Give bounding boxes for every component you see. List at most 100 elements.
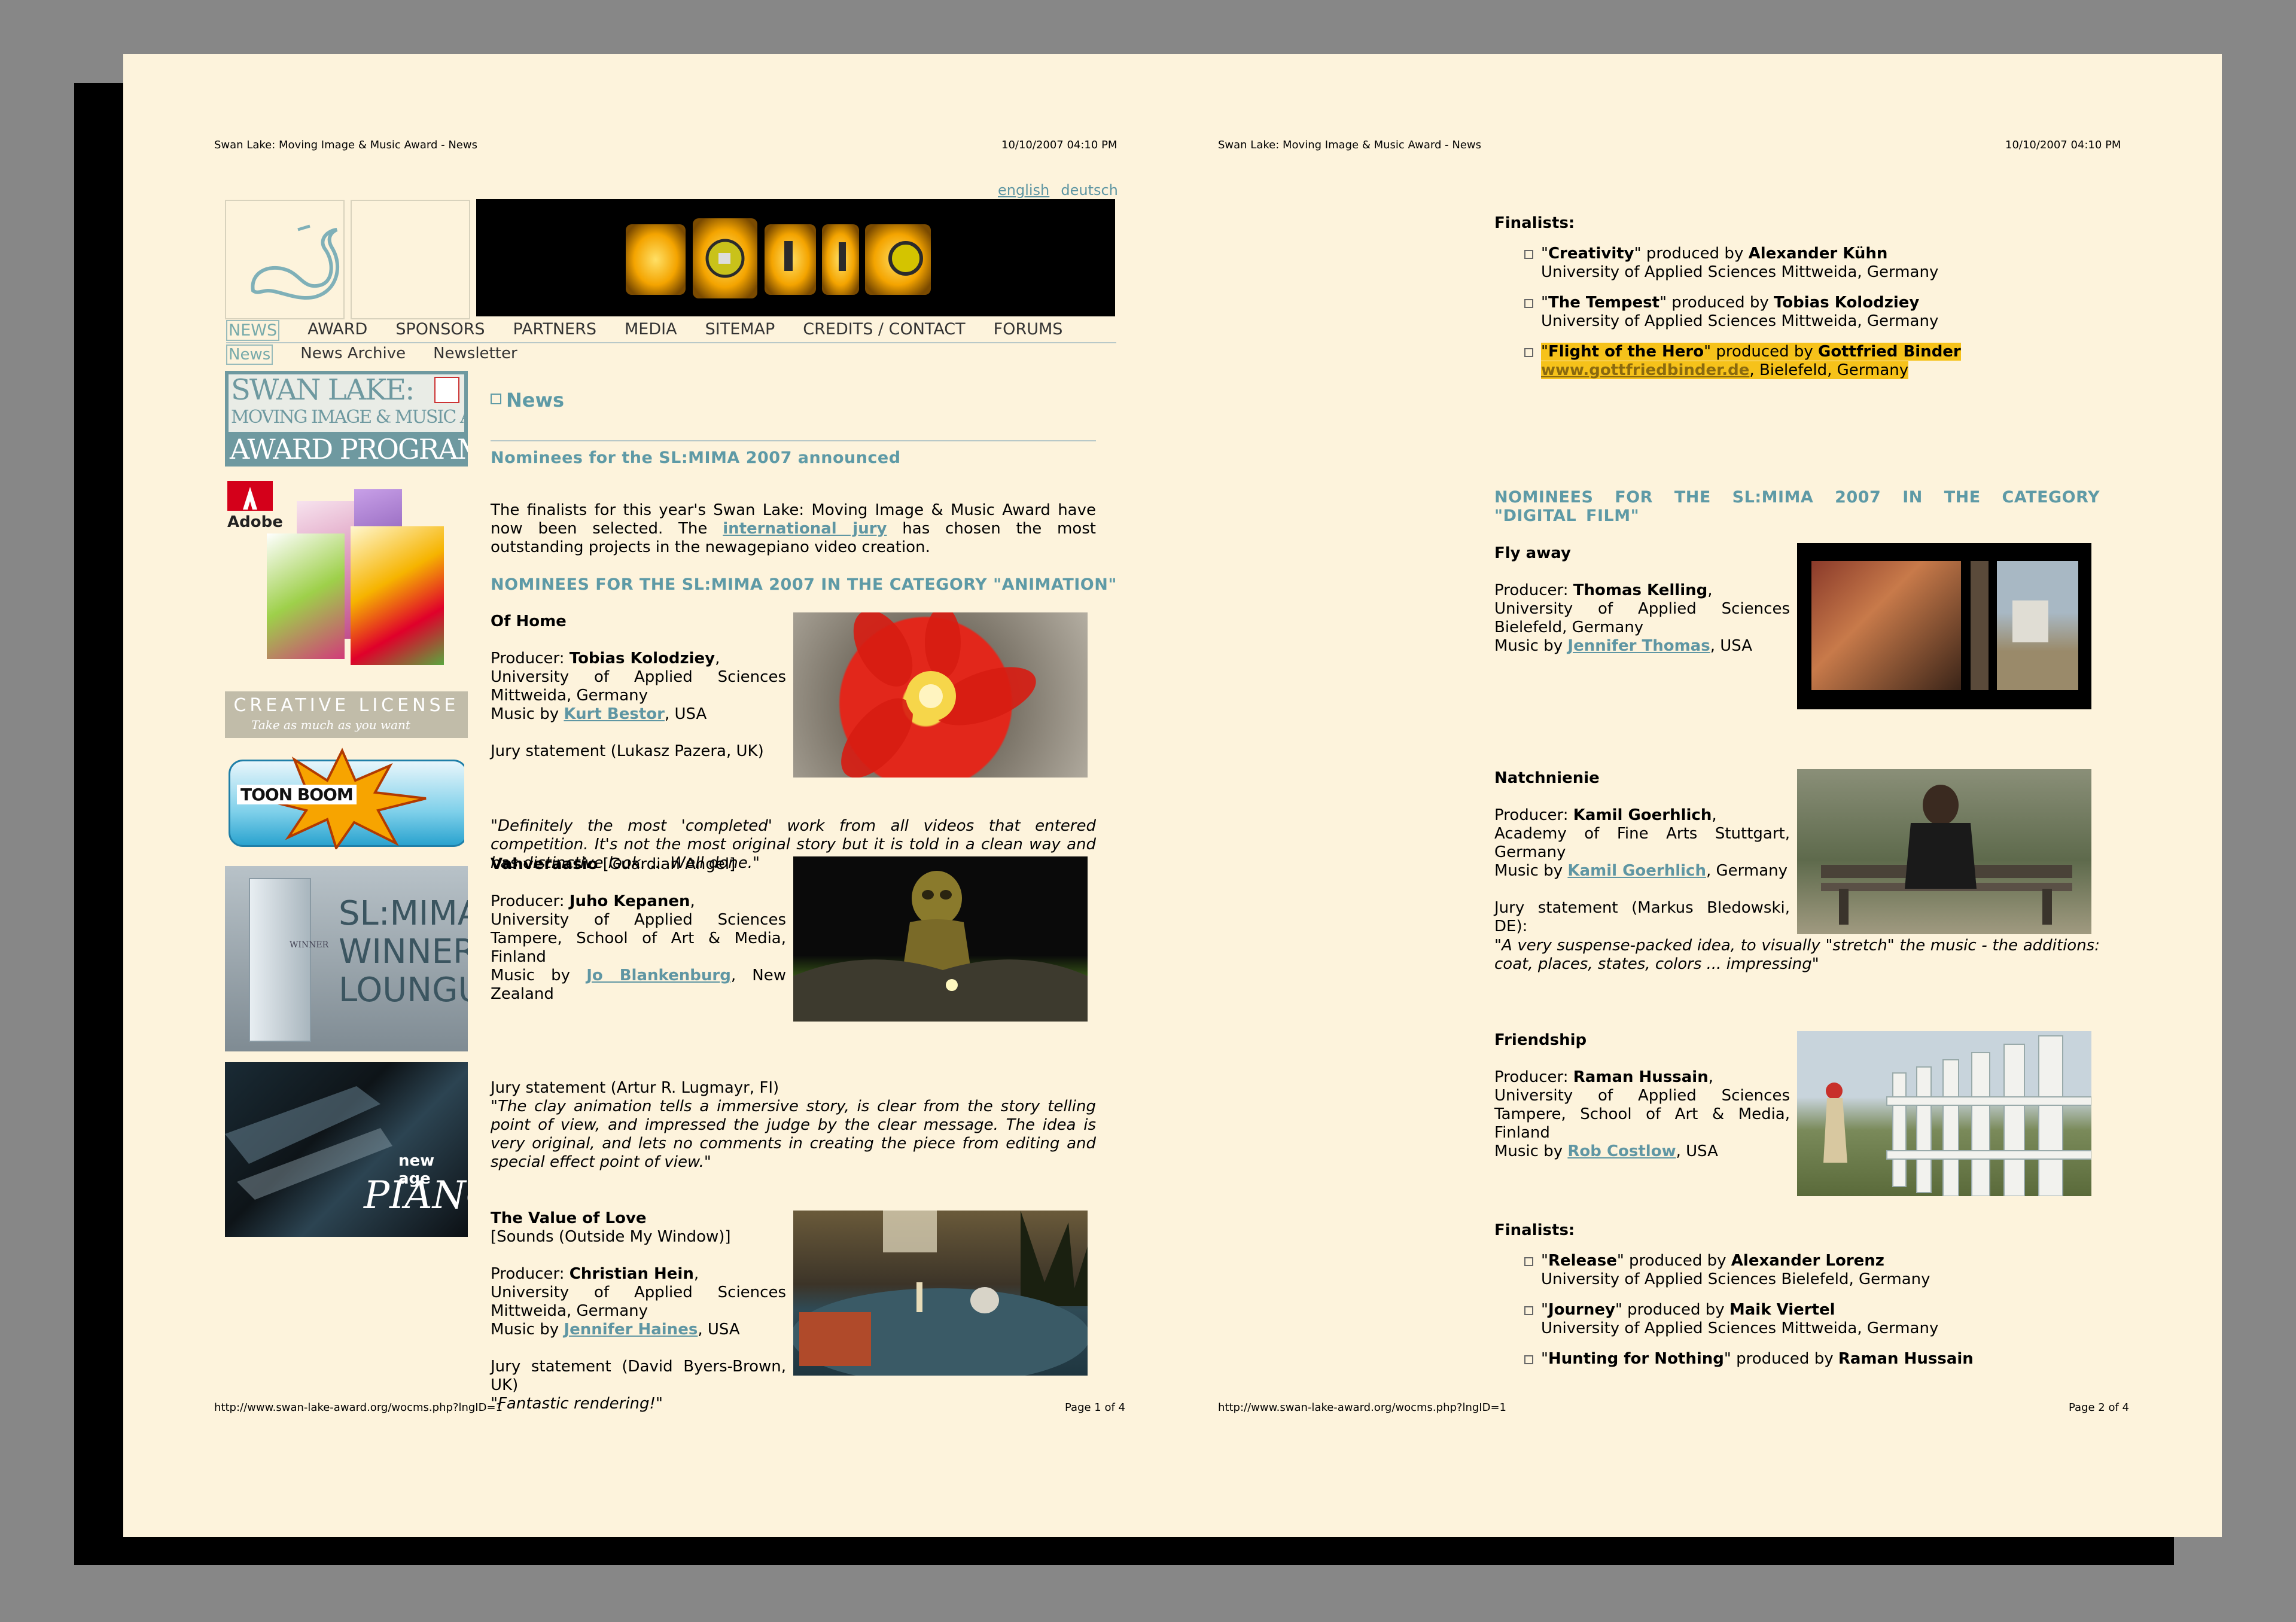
bullet-box-icon [1524, 1257, 1533, 1266]
institution: University of Applied Sciences Tampere, … [491, 911, 786, 966]
entry-natchnienie: Natchnienie Producer: Kamil Goerhlich, A… [1494, 769, 1790, 935]
main-nav: NEWS AWARD SPONSORS PARTNERS MEDIA SITEM… [226, 320, 1091, 341]
finalist-producer: Gottfried Binder [1818, 343, 1961, 361]
toonboom-ad[interactable]: TOON BOOM [229, 748, 464, 850]
lang-english-link[interactable]: english [998, 182, 1049, 199]
creative-license-tagline: Take as much as you want [251, 718, 410, 732]
finalist-item: "Creativity" produced by Alexander Kühn … [1494, 245, 2093, 282]
language-switcher: english deutsch [998, 182, 1118, 199]
subnav-news[interactable]: News [226, 344, 273, 365]
swan-logo-icon [251, 224, 339, 300]
nav-sponsors[interactable]: SPONSORS [395, 320, 485, 341]
music-country: , USA [1676, 1142, 1718, 1160]
producer-name: Juho Kepanen [569, 892, 690, 910]
music-label: Music by [491, 967, 587, 984]
producer-name: Raman Hussain [1573, 1068, 1709, 1086]
lang-deutsch-link[interactable]: deutsch [1061, 182, 1118, 199]
finalist-item: "The Tempest" produced by Tobias Kolodzi… [1494, 294, 2093, 331]
finalists-label: Finalists: [1494, 214, 1575, 232]
finalists-label: Finalists: [1494, 1221, 1575, 1239]
institution: University of Applied Sciences Bielefeld… [1494, 600, 1790, 636]
finalist-location: , Bielefeld, Germany [1749, 361, 1909, 379]
institution: University of Applied Sciences Mittweida… [491, 668, 786, 705]
finalists-block-2: Finalists: "Release" produced by Alexand… [1494, 1221, 2093, 1380]
intro-paragraph: The finalists for this year's Swan Lake:… [491, 501, 1096, 557]
page1-footer-url: http://www.swan-lake-award.org/wocms.php… [214, 1401, 503, 1414]
international-jury-link[interactable]: international jury [723, 520, 887, 538]
entry-title: Natchnienie [1494, 769, 1600, 787]
nav-award[interactable]: AWARD [307, 320, 367, 341]
toonboom-label: TOON BOOM [237, 785, 357, 804]
category-animation-heading: NOMINEES FOR THE SL:MIMA 2007 IN THE CAT… [491, 575, 1117, 594]
finalist-item: "Release" produced by Alexander Lorenz U… [1494, 1252, 2093, 1289]
finalist-title: Journey [1548, 1301, 1615, 1319]
subnav-newsletter[interactable]: Newsletter [433, 344, 517, 365]
finalist-title: Release [1548, 1252, 1617, 1270]
creative-license-banner[interactable]: CREATIVE LICENSE Take as much as you wan… [225, 691, 468, 738]
producer-label: Producer: [491, 1265, 570, 1283]
bullet-box-icon [1524, 348, 1533, 357]
nav-sitemap[interactable]: SITEMAP [705, 320, 775, 341]
friendship-still [1797, 1031, 2091, 1196]
music-country: , USA [1710, 637, 1753, 655]
finalist-title: Creativity [1548, 245, 1634, 263]
jury-quote-vahveraasio: "The clay animation tells a immersive st… [491, 1097, 1096, 1171]
producer-name: Christian Hein [569, 1265, 694, 1283]
entry-friendship: Friendship Producer: Raman Hussain, Univ… [1494, 1031, 1790, 1160]
page2-header-title: Swan Lake: Moving Image & Music Award - … [1218, 139, 1481, 151]
finalist-item: "Journey" produced by Maik Viertel Unive… [1494, 1301, 2093, 1338]
entry-subtitle: [Guardian Angel] [598, 855, 736, 873]
winners-lounge-ad[interactable]: WINNER SL:MIMA WINNERS LOUNGUE [225, 866, 468, 1051]
finalist-producer: Raman Hussain [1838, 1350, 1974, 1368]
bullet-box-icon [1524, 250, 1533, 259]
music-country: , USA [664, 705, 707, 723]
finalist-title: The Tempest [1548, 294, 1660, 312]
finalist-title: Flight of the Hero [1548, 343, 1704, 361]
finalist-item: "Hunting for Nothing" produced by Raman … [1494, 1350, 2093, 1368]
section-title: News [506, 389, 565, 411]
nav-media[interactable]: MEDIA [625, 320, 677, 341]
award-programme-banner[interactable]: SWAN LAKE: MOVING IMAGE & MUSIC AWARD AW… [225, 371, 468, 467]
adobe-label: Adobe [227, 513, 283, 531]
composer-link-kurt-bestor[interactable]: Kurt Bestor [564, 705, 665, 723]
bullet-box-icon [1524, 1355, 1533, 1364]
gottfriedbinder-link[interactable]: www.gottfriedbinder.de [1541, 361, 1749, 379]
jury-quote-natchnienie: "A very suspense-packed idea, to visuall… [1494, 937, 2100, 973]
composer-link-jennifer-thomas[interactable]: Jennifer Thomas [1567, 637, 1710, 655]
composer-link-jo-blankenburg[interactable]: Jo Blankenburg [586, 967, 731, 984]
finalist-title: Hunting for Nothing [1548, 1350, 1724, 1368]
finalist-institution: University of Applied Sciences Bielefeld… [1541, 1270, 1930, 1288]
nav-partners[interactable]: PARTNERS [513, 320, 596, 341]
print-sheet: Swan Lake: Moving Image & Music Award - … [123, 54, 2222, 1537]
page1-header-title: Swan Lake: Moving Image & Music Award - … [214, 139, 477, 151]
music-label: Music by [491, 705, 564, 723]
bullet-box-icon [1524, 1306, 1533, 1315]
music-label: Music by [491, 1321, 564, 1339]
finalist-producer: Alexander Kühn [1748, 245, 1888, 263]
jury-statement: Jury statement (David Byers-Brown, UK) [491, 1358, 786, 1394]
award-programme-line3: AWARD PROGRAMME [230, 433, 468, 465]
nav-divider [226, 342, 1116, 343]
entry-title: Friendship [1494, 1031, 1587, 1049]
sub-nav: News News Archive Newsletter [226, 344, 545, 365]
music-country: , USA [698, 1321, 740, 1339]
adobe-creative-suite-ad[interactable]: Adobe [225, 476, 468, 694]
music-country: , Germany [1706, 862, 1788, 880]
jury-statement: Jury statement (Markus Bledowski, DE): [1494, 899, 1790, 935]
composer-link-rob-costlow[interactable]: Rob Costlow [1567, 1142, 1676, 1160]
institution: Academy of Fine Arts Stuttgart, Germany [1494, 825, 1790, 861]
fly-away-still [1797, 543, 2091, 709]
category-digital-film-heading: NOMINEES FOR THE SL:MIMA 2007 IN THE CAT… [1494, 488, 2100, 525]
swan-logo[interactable] [225, 200, 345, 319]
composer-link-kamil-goerhlich[interactable]: Kamil Goerhlich [1567, 862, 1706, 880]
nav-credits-contact[interactable]: CREDITS / CONTACT [803, 320, 965, 341]
composer-link-jennifer-haines[interactable]: Jennifer Haines [564, 1321, 698, 1339]
producer-label: Producer: [1494, 1068, 1573, 1086]
finalist-institution: University of Applied Sciences Mittweida… [1541, 312, 1939, 330]
subnav-news-archive[interactable]: News Archive [300, 344, 406, 365]
nav-news[interactable]: NEWS [226, 320, 280, 341]
newage-piano-ad[interactable]: new age PIANO [225, 1062, 468, 1237]
finalist-producer: Alexander Lorenz [1731, 1252, 1884, 1270]
pdf-icon [434, 377, 459, 403]
nav-forums[interactable]: FORUMS [994, 320, 1063, 341]
